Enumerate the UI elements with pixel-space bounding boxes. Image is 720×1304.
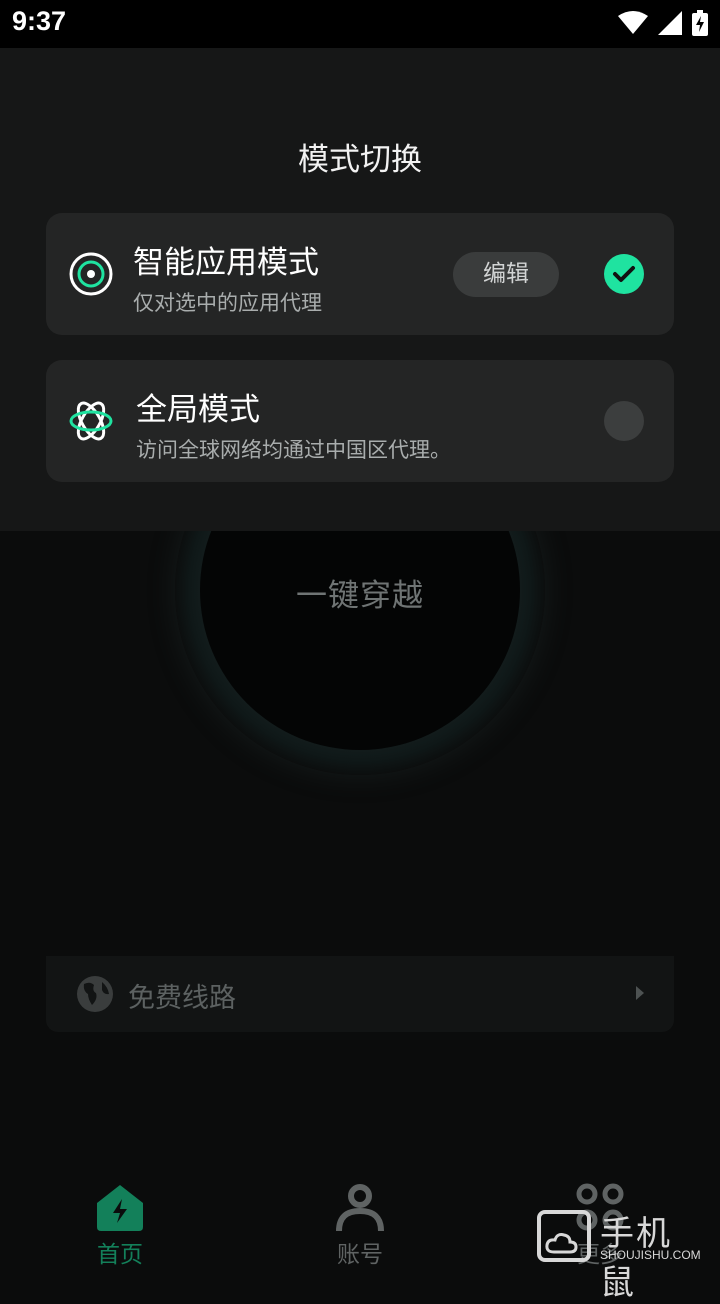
nav-home[interactable]: 首页	[60, 1183, 180, 1269]
mode-switch-sheet: 模式切换 智能应用模式 仅对选中的应用代理 编辑 全局模式 访问全球网络均通过中…	[0, 48, 720, 531]
status-icons	[618, 10, 708, 36]
route-label: 免费线路	[128, 983, 236, 1014]
mode-radio-unselected[interactable]	[604, 401, 644, 441]
watermark-sub: SHOUJISHU.COM	[600, 1248, 701, 1262]
mode-radio-selected[interactable]	[604, 254, 644, 294]
edit-button[interactable]: 编辑	[453, 252, 559, 297]
mode-desc: 访问全球网络均通过中国区代理。	[136, 438, 451, 462]
check-icon	[613, 266, 635, 282]
chevron-right-icon	[636, 986, 644, 1000]
battery-charging-icon	[692, 10, 708, 36]
nav-account-label: 账号	[337, 1242, 383, 1268]
wifi-icon	[618, 11, 648, 34]
cloud-photo-icon	[537, 1210, 591, 1262]
mode-card-smart[interactable]: 智能应用模式 仅对选中的应用代理 编辑	[46, 213, 674, 335]
route-selector[interactable]: 免费线路	[46, 956, 674, 1032]
mode-desc: 仅对选中的应用代理	[133, 291, 322, 315]
home-bolt-icon	[97, 1185, 143, 1231]
mode-card-global[interactable]: 全局模式 访问全球网络均通过中国区代理。	[46, 360, 674, 482]
globe-icon	[77, 976, 113, 1012]
person-icon	[336, 1184, 384, 1232]
status-time: 9:37	[12, 6, 67, 36]
mode-name: 智能应用模式	[133, 245, 319, 281]
status-bar: 9:37	[0, 0, 720, 48]
watermark: 手机鼠 SHOUJISHU.COM	[536, 1208, 706, 1303]
nav-home-label: 首页	[97, 1242, 143, 1268]
mode-name: 全局模式	[136, 392, 260, 428]
atom-orbit-icon	[69, 401, 113, 441]
sheet-title: 模式切换	[298, 142, 422, 178]
signal-icon	[658, 11, 682, 35]
connect-label: 一键穿越	[296, 578, 424, 614]
disc-target-icon	[69, 252, 113, 296]
nav-account[interactable]: 账号	[300, 1183, 420, 1269]
